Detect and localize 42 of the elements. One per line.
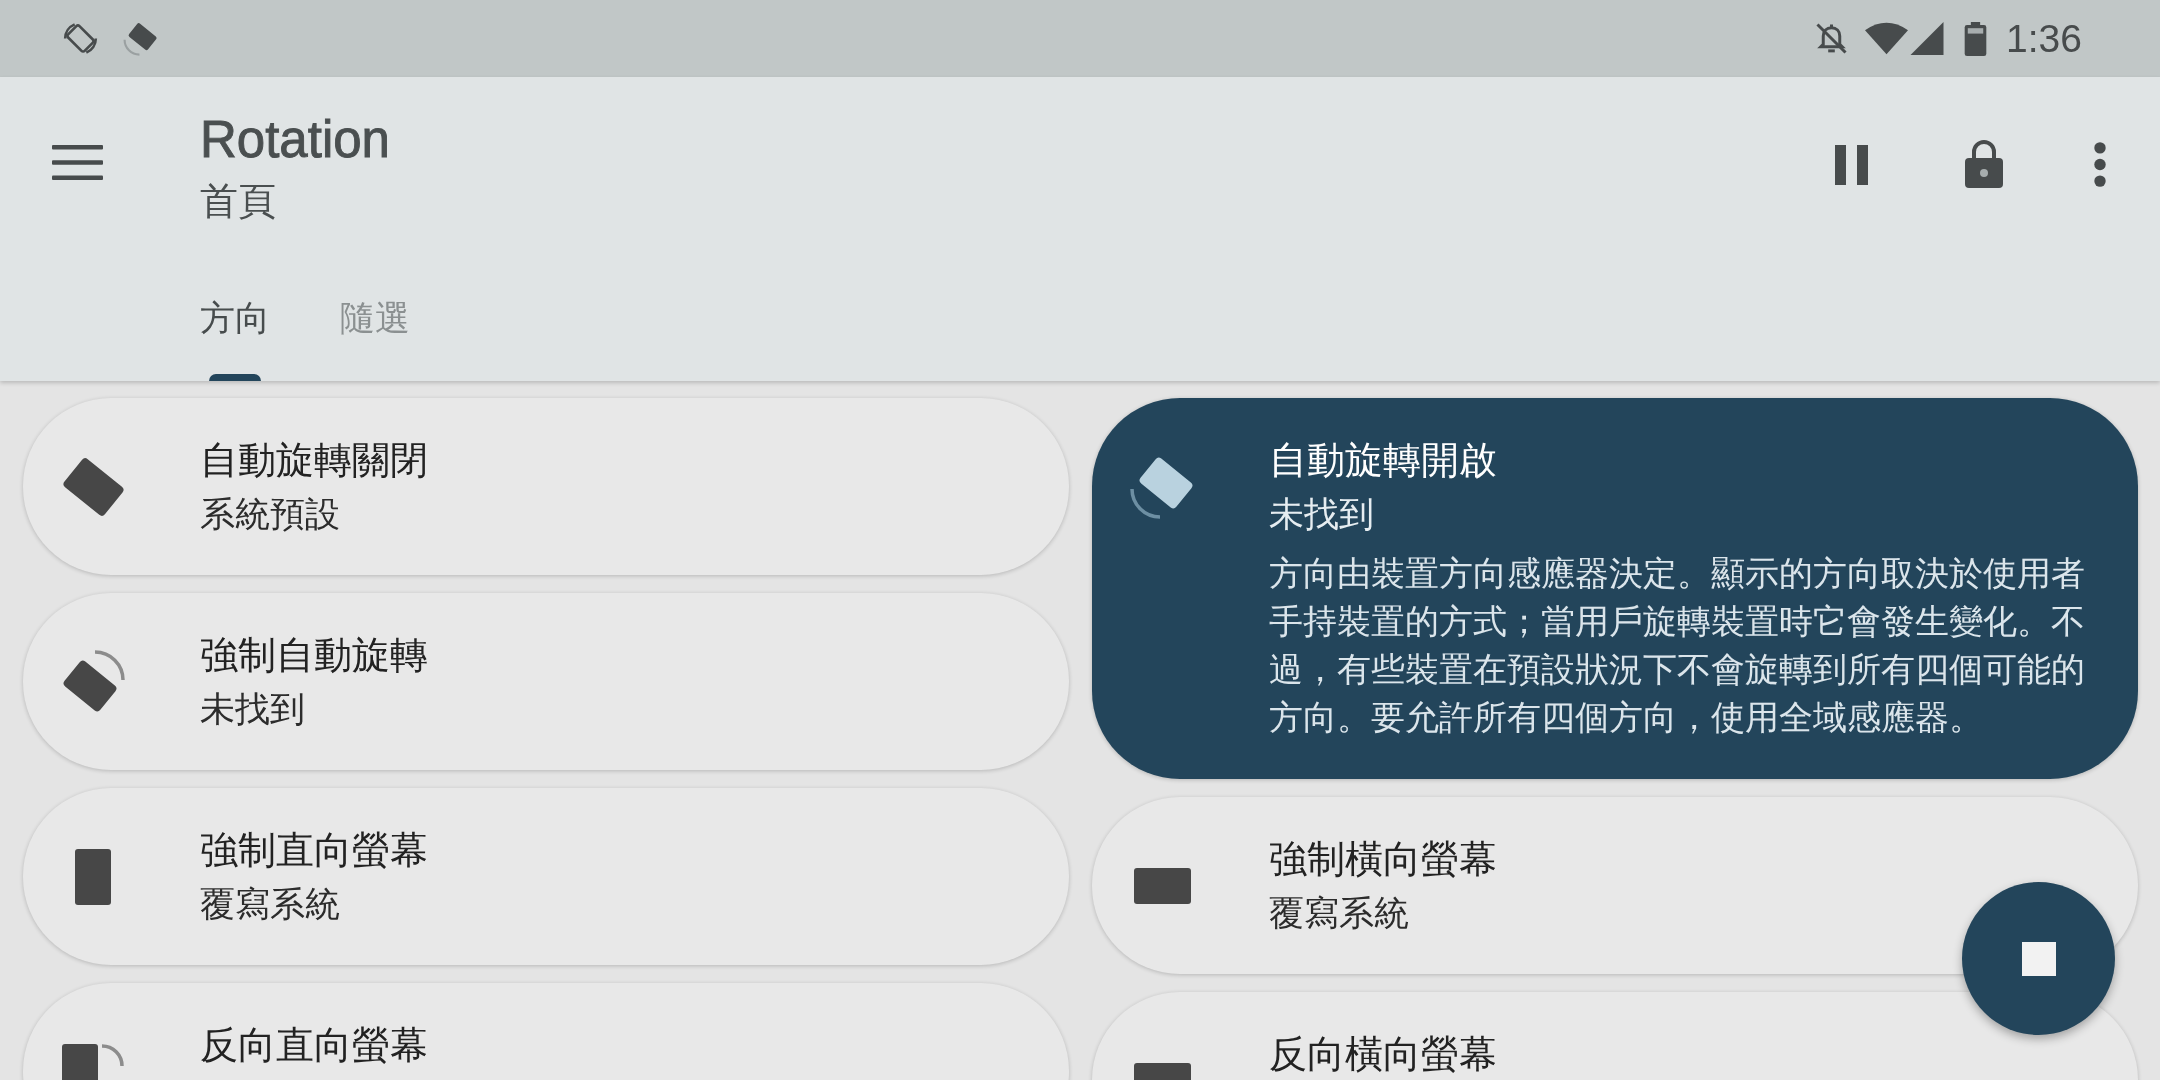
signal-icon — [1910, 22, 1945, 55]
orientation-card[interactable]: 強制橫向螢幕 覆寫系統 — [1092, 797, 2138, 974]
battery-icon — [1964, 21, 1988, 56]
card-subtitle: 覆寫系統 — [200, 883, 341, 925]
card-subtitle: 覆寫系統 — [1269, 892, 1410, 934]
card-subtitle: 系統預設 — [200, 493, 341, 535]
lock-button[interactable] — [1965, 140, 2003, 188]
orientation-card[interactable]: 自動旋轉開啟 未找到 方向由裝置方向感應器決定。顯示的方向取決於使用者手持裝置的方式；當用戶旋轉裝置時它會發生變化。不過，有些裝置在預設狀況下不會旋轉到所有四個可能的方向。要允許所有四個方向，使用全域感應器。 — [1092, 398, 2138, 779]
app-subtitle: 首頁 — [200, 179, 277, 224]
wifi-icon — [1865, 22, 1909, 55]
card-subtitle: 未找到 — [1269, 493, 1375, 535]
card-title: 反向橫向螢幕 — [1269, 1032, 1497, 1077]
notifications-off-icon — [1815, 22, 1849, 55]
card-title: 自動旋轉關閉 — [200, 438, 428, 483]
more-icon — [2094, 142, 2106, 187]
landscape-phone-icon — [1133, 867, 1191, 904]
card-subtitle: 未找到 — [200, 688, 306, 730]
stop-icon — [2021, 941, 2056, 976]
card-title: 強制直向螢幕 — [200, 828, 428, 873]
menu-icon — [52, 145, 103, 180]
orientation-card[interactable]: 反向直向螢幕 — [23, 983, 1069, 1080]
menu-button[interactable] — [52, 145, 103, 180]
card-title: 強制橫向螢幕 — [1269, 837, 1497, 882]
pause-button[interactable] — [1835, 145, 1868, 185]
tilted-phone-icon — [123, 21, 158, 56]
app-title: Rotation — [200, 112, 390, 168]
card-title: 自動旋轉開啟 — [1269, 438, 1498, 483]
orientation-card[interactable]: 強制直向螢幕 覆寫系統 — [23, 788, 1069, 965]
tab[interactable]: 方向 — [200, 294, 270, 381]
status-time: 1:36 — [2006, 19, 2082, 58]
card-description: 方向由裝置方向感應器決定。顯示的方向取決於使用者手持裝置的方式；當用戶旋轉裝置時它會發生變化。不過，有些裝置在預設狀況下不會旋轉到所有四個可能的方向。要允許所有四個方向，使用全域感應器。 — [1269, 553, 2086, 738]
pause-icon — [1835, 145, 1868, 185]
screen-rotation-icon — [63, 21, 98, 56]
portrait-phone-icon — [75, 848, 111, 905]
rotating-phone-icon — [60, 649, 126, 714]
lock-icon — [1965, 140, 2003, 188]
orientation-card[interactable]: 反向橫向螢幕 — [1092, 992, 2138, 1080]
card-title: 強制自動旋轉 — [200, 633, 428, 678]
orientation-card[interactable]: 強制自動旋轉 未找到 — [23, 593, 1069, 770]
more-button[interactable] — [2094, 142, 2106, 187]
orientation-card[interactable]: 自動旋轉關閉 系統預設 — [23, 398, 1069, 575]
card-title: 反向直向螢幕 — [200, 1023, 428, 1068]
